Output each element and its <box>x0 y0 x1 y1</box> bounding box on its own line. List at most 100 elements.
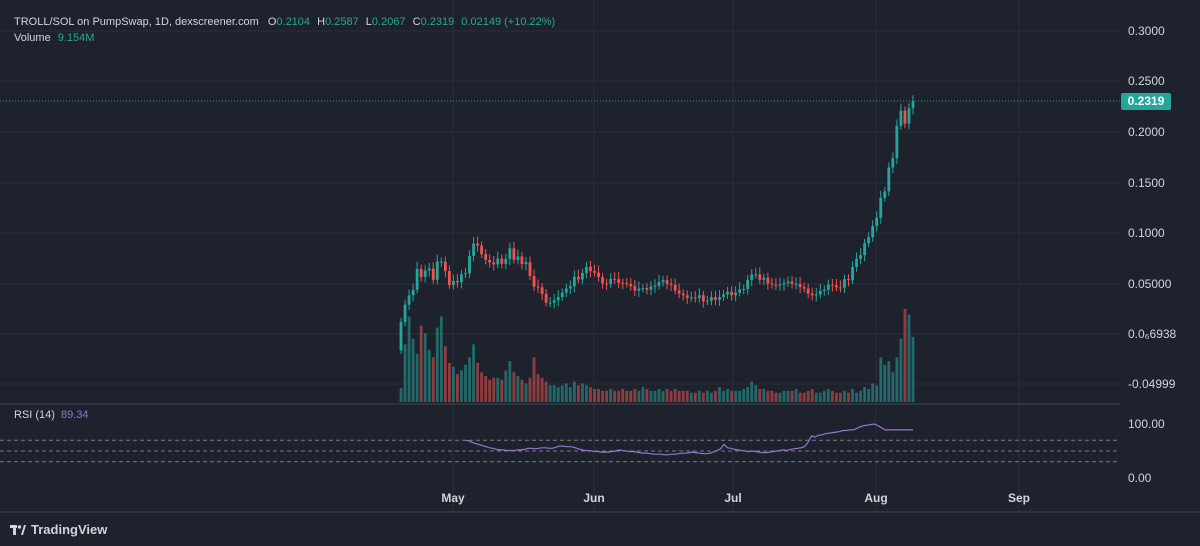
price-tick-label: 0.2000 <box>1128 125 1165 139</box>
candle-body <box>754 274 758 276</box>
volume-bar <box>488 379 492 402</box>
candle-body <box>794 283 798 285</box>
candle-body <box>722 294 725 298</box>
volume-bar <box>576 385 580 402</box>
candle-body <box>798 283 802 287</box>
volume-bar <box>564 383 568 402</box>
candle-body <box>524 262 528 265</box>
candle-body <box>814 294 818 296</box>
volume-bar <box>903 309 907 402</box>
candle-body <box>556 297 560 301</box>
candle-body <box>560 292 564 298</box>
candle-body <box>750 274 754 280</box>
volume-bar <box>867 388 871 402</box>
candle-body <box>818 291 822 295</box>
candle-body <box>568 286 572 289</box>
volume-bar <box>435 327 439 402</box>
volume-bar <box>790 390 794 402</box>
volume-bar <box>572 381 576 402</box>
low-value: 0.2067 <box>371 16 406 28</box>
candle-body <box>532 276 536 287</box>
candle-body <box>468 255 471 274</box>
rsi-legend: RSI (14) 89.34 <box>14 409 89 421</box>
candle-body <box>661 280 665 283</box>
candle-body <box>726 291 729 295</box>
candle-body <box>718 297 721 300</box>
open-value: 0.2104 <box>276 16 311 28</box>
volume-bar <box>419 325 423 402</box>
candle-body <box>863 243 867 256</box>
candle-body <box>552 300 556 303</box>
volume-bar <box>883 364 887 402</box>
candle-body <box>762 277 766 280</box>
candle-body <box>512 248 516 260</box>
current-price-badge: 0.2319 <box>1121 93 1171 110</box>
volume-bar <box>863 387 867 402</box>
volume-bar <box>734 390 738 402</box>
candle-body <box>504 258 508 264</box>
candle-body <box>427 268 431 271</box>
candle-body <box>701 295 705 302</box>
time-tick-label: Jun <box>583 491 604 505</box>
tradingview-brand[interactable]: TradingView <box>10 522 107 537</box>
candle-body <box>903 110 907 124</box>
volume-bar <box>673 388 677 402</box>
volume-bar <box>810 388 814 402</box>
candle-body <box>790 281 794 284</box>
volume-bar <box>774 392 778 402</box>
candle-body <box>585 266 588 274</box>
volume-bar <box>560 385 564 402</box>
volume-bar <box>480 372 484 402</box>
candle-body <box>883 191 887 198</box>
volume-bar <box>427 349 431 402</box>
volume-bar <box>879 357 883 402</box>
candle-body <box>564 288 568 293</box>
candle-body <box>714 297 717 300</box>
volume-bar <box>504 370 508 402</box>
rsi-tick-label: 100.00 <box>1128 417 1165 431</box>
candle-body <box>766 277 770 284</box>
volume-bar <box>439 316 443 402</box>
candle-body <box>484 254 488 260</box>
volume-bar <box>617 390 621 402</box>
candle-body <box>621 282 625 284</box>
symbol-label[interactable]: TROLL/SOL on PumpSwap, 1D, dexscreener.c… <box>14 16 259 28</box>
volume-bar <box>859 390 863 402</box>
volume-bar <box>750 381 754 402</box>
price-chart[interactable]: 0.3000 0.2500 0.2000 0.1500 0.1000 0.05000 0.0… <box>0 0 1200 546</box>
volume-row: Volume 9.154M <box>14 30 555 46</box>
candle-body <box>685 295 689 298</box>
volume-bar <box>456 374 459 402</box>
volume-bar <box>843 390 846 402</box>
volume-bar <box>806 390 810 402</box>
candle-body <box>839 287 842 289</box>
candle-body <box>734 292 738 296</box>
time-tick-label: May <box>441 491 465 505</box>
candle-body <box>843 279 846 288</box>
candle-body <box>439 261 443 263</box>
rsi-label[interactable]: RSI (14) <box>14 409 55 421</box>
candle-body <box>770 283 774 285</box>
candle-body <box>460 274 463 283</box>
candle-body <box>742 288 746 290</box>
candle-body <box>875 217 879 227</box>
volume-bar <box>589 387 592 402</box>
candle-body <box>609 278 613 284</box>
volume-bar <box>649 390 653 402</box>
volume-bar <box>548 385 552 402</box>
candle-body <box>697 295 701 298</box>
rsi-tick-label: 0.00 <box>1128 471 1152 485</box>
volume-bar <box>552 385 556 402</box>
volume-label[interactable]: Volume <box>14 32 51 44</box>
candle-body <box>851 267 854 281</box>
candle-body <box>435 261 439 280</box>
volume-bar <box>887 361 891 402</box>
volume-bar <box>847 392 850 402</box>
close-value: 0.2319 <box>420 16 455 28</box>
volume-bar <box>710 392 713 402</box>
candle-body <box>653 285 657 287</box>
candle-body <box>597 272 600 278</box>
candle-body <box>629 283 633 287</box>
volume-bar <box>770 390 774 402</box>
volume-bar <box>605 390 609 402</box>
